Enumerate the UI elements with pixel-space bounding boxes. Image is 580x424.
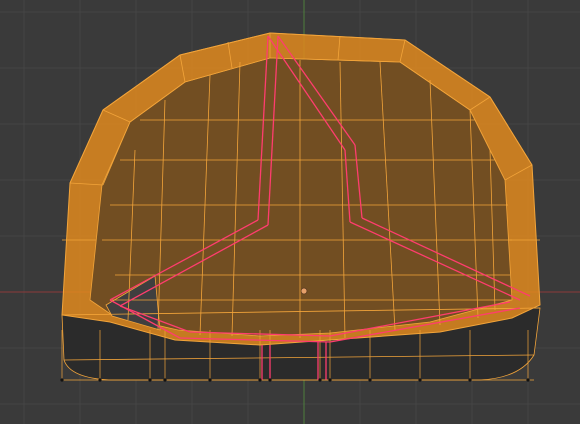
mesh-vertex [368, 378, 372, 382]
mesh-vertex [60, 378, 64, 382]
mesh-vertex [328, 378, 332, 382]
mesh-vertex [268, 378, 272, 382]
mesh-object[interactable] [60, 32, 541, 382]
mesh-vertex [468, 378, 472, 382]
3d-viewport[interactable] [0, 0, 580, 424]
mesh-vertex [526, 378, 530, 382]
viewport-canvas[interactable] [0, 0, 580, 424]
mesh-vertex [418, 378, 422, 382]
mesh-vertex [98, 378, 102, 382]
mesh-vertex [163, 378, 167, 382]
mesh-vertex [258, 378, 262, 382]
object-origin-marker [300, 287, 308, 295]
mesh-vertex [318, 378, 322, 382]
mesh-vertex [208, 378, 212, 382]
mesh-vertex [148, 378, 152, 382]
